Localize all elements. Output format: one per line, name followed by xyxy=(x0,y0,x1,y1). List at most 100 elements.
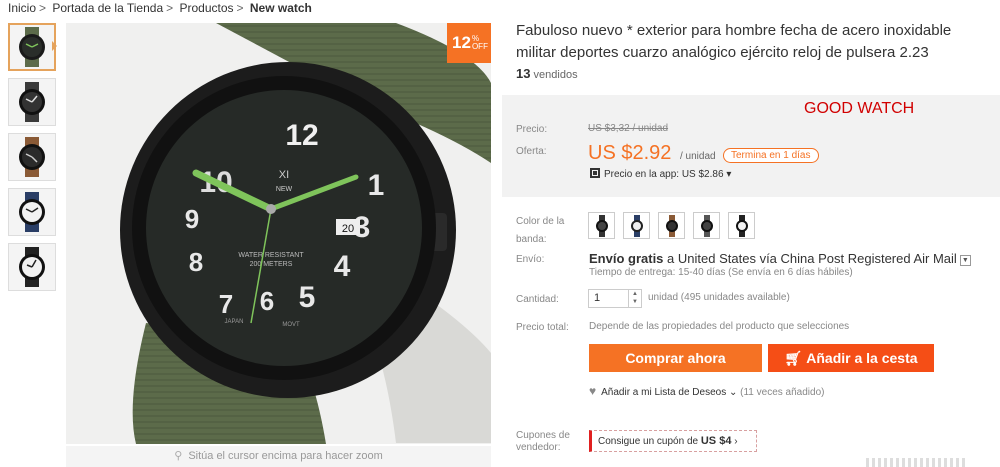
thumbnail-1[interactable] xyxy=(8,23,57,71)
units-available: unidad (495 unidades available) xyxy=(648,292,790,303)
color-swatch-white[interactable] xyxy=(728,212,755,239)
coupon-value: US $4 xyxy=(700,435,732,447)
shipping-dropdown-icon[interactable]: ▼ xyxy=(959,255,971,266)
shipping-to: a xyxy=(667,251,675,266)
breadcrumb-separator: > xyxy=(39,1,47,15)
watch-swatch-icon xyxy=(595,214,608,237)
discount-off: OFF xyxy=(471,42,488,51)
watch-water-resistant: WATER RESISTANT xyxy=(238,252,304,259)
qr-code-icon xyxy=(590,168,600,178)
product-title: Fabuloso nuevo * exterior para hombre fe… xyxy=(516,22,952,61)
quantity-label: Cantidad: xyxy=(516,294,559,305)
breadcrumb-link-products[interactable]: Productos xyxy=(179,1,233,15)
coupons-label-line1: Cupones de xyxy=(516,430,570,441)
total-price-label: Precio total: xyxy=(516,322,569,333)
color-label-line2: banda: xyxy=(516,234,547,245)
add-to-cart-button[interactable]: 🛒︎ Añadir a la cesta xyxy=(768,344,934,372)
thumbnail-4[interactable] xyxy=(8,188,56,236)
quantity-decrease-icon[interactable]: ▼ xyxy=(632,299,638,305)
annotation-text: GOOD WATCH xyxy=(804,100,915,117)
quantity-stepper[interactable]: 1 ▲ ▼ xyxy=(588,289,642,308)
color-swatch-gray[interactable] xyxy=(693,212,720,239)
price-box xyxy=(502,95,1000,197)
color-swatch-black[interactable] xyxy=(588,212,615,239)
watch-brand: XI xyxy=(279,169,289,181)
watch-japan: JAPAN xyxy=(225,319,244,325)
discount-number: 12 xyxy=(452,33,471,52)
watch-movt: MOVT xyxy=(282,322,300,328)
svg-text:1: 1 xyxy=(368,169,385,202)
add-to-cart-label: Añadir a la cesta xyxy=(806,350,918,366)
watch-swatch-icon xyxy=(735,214,748,237)
svg-text:4: 4 xyxy=(334,250,351,283)
color-swatch-blue[interactable] xyxy=(623,212,650,239)
buy-now-button[interactable]: Comprar ahora xyxy=(589,344,762,372)
watch-thumbnail-image xyxy=(19,247,45,287)
svg-text:9: 9 xyxy=(185,204,199,234)
breadcrumb-separator: > xyxy=(166,1,174,15)
color-swatch-brown[interactable] xyxy=(658,212,685,239)
svg-text:5: 5 xyxy=(299,281,316,314)
quantity-arrows[interactable]: ▲ ▼ xyxy=(628,290,641,307)
heart-icon[interactable]: ♥ xyxy=(589,384,596,398)
breadcrumb-current: New watch xyxy=(249,1,312,15)
coupon-text: Consigue un cupón de xyxy=(598,436,699,447)
sold-label: vendidos xyxy=(533,69,578,81)
chevron-down-icon[interactable]: ⌄ xyxy=(729,387,737,398)
thumbnail-3[interactable] xyxy=(8,133,56,181)
breadcrumb-link-home[interactable]: Inicio xyxy=(8,1,36,15)
price-unit: / unidad xyxy=(680,151,716,162)
watch-brand-sub: NEW xyxy=(276,186,293,193)
offer-label: Oferta: xyxy=(516,146,547,157)
discount-suffix: % OFF xyxy=(471,35,488,51)
sold-number: 13 xyxy=(516,66,531,81)
watch-thumbnail-image xyxy=(19,82,45,122)
watch-image: 12 1 10 9 8 7 6 5 4 3 20 XI NEW WATER RE… xyxy=(120,23,491,444)
quantity-increase-icon[interactable]: ▲ xyxy=(632,291,638,297)
sold-count: 13 vendidos xyxy=(516,66,578,81)
shipping-label: Envío: xyxy=(516,254,545,265)
chevron-right-icon: › xyxy=(734,436,738,447)
app-price[interactable]: Precio en la app: US $2.86 ▾ xyxy=(590,168,731,180)
offer-price: US $2.92 xyxy=(588,142,672,164)
watch-swatch-icon xyxy=(630,214,643,237)
shipping-info: Envío gratis a United States vía China P… xyxy=(589,251,971,266)
app-price-text: Precio en la app: US $2.86 xyxy=(604,169,724,180)
wishlist-link[interactable]: Añadir a mi Lista de Deseos xyxy=(601,387,726,398)
color-swatches xyxy=(588,212,755,239)
watch-thumbnail-image xyxy=(19,137,45,177)
wishlist-count: (11 veces añadido) xyxy=(740,387,825,398)
caret-down-icon: ▾ xyxy=(726,169,732,180)
watch-swatch-icon xyxy=(665,214,678,237)
coupon-button[interactable]: Consigue un cupón de US $4 › xyxy=(589,430,757,452)
svg-text:8: 8 xyxy=(189,247,203,277)
thumbnail-5[interactable] xyxy=(8,243,56,291)
breadcrumb-separator: > xyxy=(236,1,244,15)
main-product-image[interactable]: 12 1 10 9 8 7 6 5 4 3 20 XI NEW WATER RE… xyxy=(66,23,491,444)
shipping-destination[interactable]: United States vía China Post Registered … xyxy=(678,251,957,266)
color-label-line1: Color de la xyxy=(516,216,565,227)
coupons-label-line2: vendedor: xyxy=(516,442,561,453)
price-label: Precio: xyxy=(516,124,548,135)
thumbnail-2[interactable] xyxy=(8,78,56,126)
total-price-note: Depende de las propiedades del producto … xyxy=(589,321,850,332)
quantity-value[interactable]: 1 xyxy=(594,292,600,304)
breadcrumb: Inicio > Portada de la Tienda > Productos >… xyxy=(8,1,315,15)
magnifier-icon: ⚲ xyxy=(174,450,183,462)
watch-thumbnail-image xyxy=(19,192,45,232)
svg-text:6: 6 xyxy=(260,286,274,316)
free-shipping-text: Envío gratis xyxy=(589,251,664,266)
svg-text:7: 7 xyxy=(219,289,233,319)
promo-timer-badge: Termina en 1 días xyxy=(723,148,819,163)
zoom-hint: ⚲ Sitúa el cursor encima para hacer zoom xyxy=(66,446,491,467)
svg-text:12: 12 xyxy=(285,119,318,152)
delivery-time: Tiempo de entrega: 15-40 días (Se envía … xyxy=(589,267,853,278)
watch-meters: 200 METERS xyxy=(250,261,293,268)
watch-swatch-icon xyxy=(700,214,713,237)
thumbnail-list xyxy=(8,23,57,298)
zoom-hint-text: Sitúa el cursor encima para hacer zoom xyxy=(188,450,383,462)
breadcrumb-link-store[interactable]: Portada de la Tienda xyxy=(52,1,163,15)
cart-icon: 🛒︎ xyxy=(784,349,803,366)
decorative-stripe xyxy=(866,458,966,467)
watch-thumbnail-image xyxy=(19,27,45,67)
